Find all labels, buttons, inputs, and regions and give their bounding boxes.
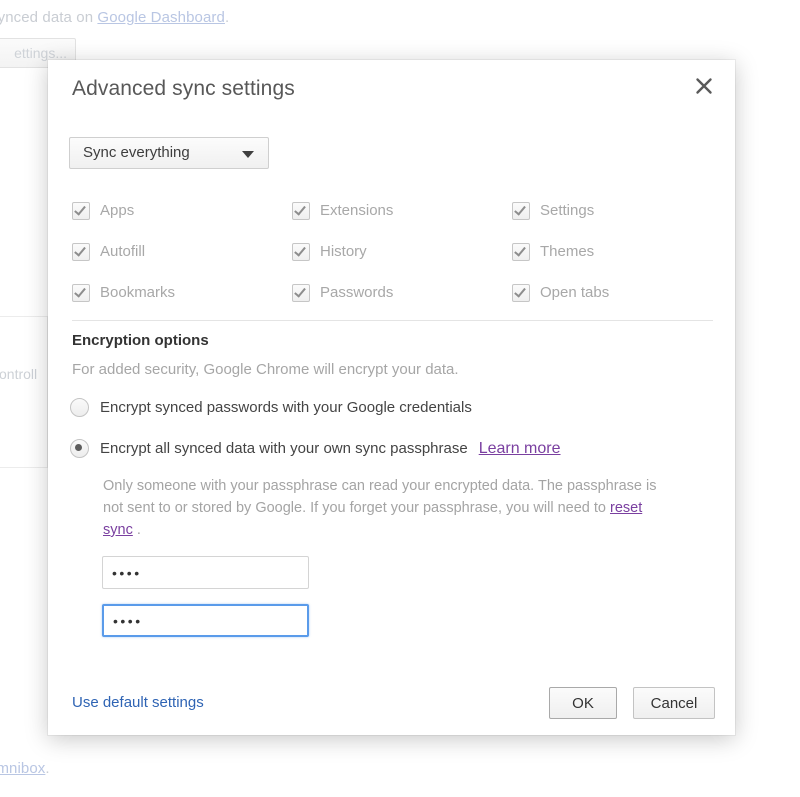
radio-google-credentials[interactable] [70, 398, 89, 417]
data-type-themes[interactable]: Themes [512, 231, 712, 272]
close-icon[interactable] [687, 69, 721, 103]
data-type-autofill[interactable]: Autofill [72, 231, 292, 272]
data-type-bookmarks[interactable]: Bookmarks [72, 272, 292, 313]
data-type-apps[interactable]: Apps [72, 190, 292, 231]
background-dashboard-prefix: synced data on [0, 9, 97, 26]
sync-scope-selected-label: Sync everything [83, 144, 190, 161]
checkbox-apps[interactable] [72, 202, 90, 220]
data-type-label: Extensions [320, 202, 393, 219]
data-type-label: Themes [540, 243, 594, 260]
checkbox-open-tabs[interactable] [512, 284, 530, 302]
radio-label: Encrypt all synced data with your own sy… [100, 440, 468, 457]
section-divider [72, 320, 713, 321]
radio-label: Encrypt synced passwords with your Googl… [100, 399, 472, 416]
background-controlled-text: controll [0, 366, 37, 382]
passphrase-explanation-part2: . [133, 522, 141, 538]
background-omnibox-line: omnibox. [0, 760, 50, 777]
checkbox-autofill[interactable] [72, 243, 90, 261]
data-type-settings[interactable]: Settings [512, 190, 712, 231]
data-types-grid: Apps Extensions Settings Autofill Histor… [72, 190, 712, 313]
passphrase-confirm-input[interactable] [102, 604, 309, 637]
background-dashboard-period: . [225, 9, 229, 26]
use-default-settings-link[interactable]: Use default settings [72, 694, 204, 711]
data-type-open-tabs[interactable]: Open tabs [512, 272, 712, 313]
cancel-button[interactable]: Cancel [633, 687, 715, 719]
background-dashboard-line: synced data on Google Dashboard. [0, 9, 229, 26]
data-type-label: Bookmarks [100, 284, 175, 301]
encryption-options-heading: Encryption options [72, 332, 209, 349]
checkbox-bookmarks[interactable] [72, 284, 90, 302]
background-left-panel [0, 316, 48, 468]
data-type-extensions[interactable]: Extensions [292, 190, 512, 231]
radio-own-passphrase[interactable] [70, 439, 89, 458]
checkbox-extensions[interactable] [292, 202, 310, 220]
encryption-description: For added security, Google Chrome will e… [72, 361, 459, 378]
advanced-sync-settings-dialog: Advanced sync settings Sync everything A… [48, 60, 735, 735]
ok-button[interactable]: OK [549, 687, 617, 719]
passphrase-explanation: Only someone with your passphrase can re… [103, 475, 673, 541]
checkbox-themes[interactable] [512, 243, 530, 261]
dialog-footer: Use default settings OK Cancel [48, 674, 735, 735]
data-type-label: Autofill [100, 243, 145, 260]
data-type-label: Open tabs [540, 284, 609, 301]
chevron-down-icon [242, 151, 254, 158]
data-type-label: Passwords [320, 284, 393, 301]
passphrase-input[interactable] [102, 556, 309, 589]
data-type-label: Settings [540, 202, 594, 219]
data-type-passwords[interactable]: Passwords [292, 272, 512, 313]
checkbox-settings[interactable] [512, 202, 530, 220]
checkbox-passwords[interactable] [292, 284, 310, 302]
passphrase-explanation-part1: Only someone with your passphrase can re… [103, 478, 656, 516]
dialog-title: Advanced sync settings [72, 77, 295, 101]
radio-row-own-passphrase[interactable]: Encrypt all synced data with your own sy… [70, 439, 561, 458]
background-google-dashboard-link[interactable]: Google Dashboard [97, 9, 225, 26]
sync-scope-select[interactable]: Sync everything [69, 137, 269, 169]
data-type-label: History [320, 243, 367, 260]
background-omnibox-period: . [45, 760, 49, 777]
learn-more-link[interactable]: Learn more [479, 440, 561, 458]
data-type-history[interactable]: History [292, 231, 512, 272]
data-type-label: Apps [100, 202, 134, 219]
background-omnibox-link[interactable]: omnibox [0, 760, 45, 777]
radio-row-google-credentials[interactable]: Encrypt synced passwords with your Googl… [70, 398, 472, 417]
checkbox-history[interactable] [292, 243, 310, 261]
